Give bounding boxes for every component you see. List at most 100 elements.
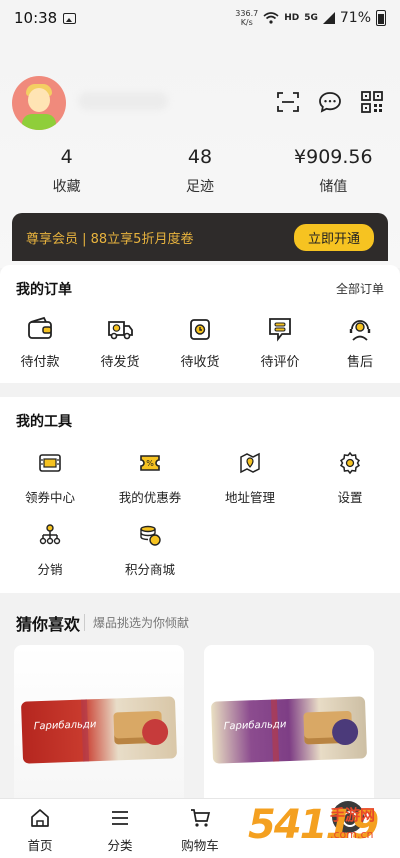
order-label: 待收货 xyxy=(180,355,220,370)
vip-banner[interactable]: 尊享会员 | 88立享5折月度卷 立即开通 xyxy=(12,213,388,261)
product-card[interactable]: Гарибальди xyxy=(14,645,184,805)
stat-label: 足迹 xyxy=(185,179,214,195)
tool-row: 领券中心 % 我的优惠券 地址管理 设置 xyxy=(0,451,400,523)
stats-row: 4 收藏 48 足迹 ¥909.56 储值 xyxy=(0,146,400,196)
cart-icon xyxy=(191,809,211,827)
tab-label: 首页 xyxy=(27,838,53,853)
tab-category[interactable]: 分类 xyxy=(80,799,160,858)
points-mall-icon xyxy=(140,525,161,546)
product-card[interactable]: Гарибальди xyxy=(204,645,374,805)
category-icon xyxy=(112,811,128,825)
order-label: 售后 xyxy=(346,355,373,370)
product-brand: Гарибальди xyxy=(223,719,287,733)
stat-footprints[interactable]: 48 足迹 xyxy=(133,146,266,196)
battery-icon xyxy=(376,10,386,26)
address-icon xyxy=(240,452,260,474)
tab-label: 购物车 xyxy=(181,838,219,853)
recommend-title: 猜你喜欢 xyxy=(16,615,81,634)
watermark-site-name: 手游网 xyxy=(330,806,376,824)
stat-value: ¥909.56 xyxy=(294,146,373,168)
tool-label: 地址管理 xyxy=(224,490,275,505)
wallet-icon xyxy=(28,316,52,339)
tool-row: 分销 积分商城 xyxy=(0,523,400,595)
orders-card: 我的订单 全部订单 待付款 待发货 待收货 待评价 售后 xyxy=(0,265,400,383)
tab-cart[interactable]: 购物车 xyxy=(160,799,240,858)
order-pending-review[interactable]: 待评价 xyxy=(240,315,320,370)
product-image: Гарибальди xyxy=(20,696,178,764)
stat-value: 4 xyxy=(60,146,73,168)
tool-label: 分销 xyxy=(37,562,63,577)
stat-value: 48 xyxy=(187,146,213,168)
tool-address[interactable]: 地址管理 xyxy=(200,451,300,523)
stat-favorites[interactable]: 4 收藏 xyxy=(0,146,133,196)
tools-title: 我的工具 xyxy=(16,414,72,430)
battery-percent: 71% xyxy=(339,10,371,26)
tool-coupon-center[interactable]: 领券中心 xyxy=(0,451,100,523)
orders-title: 我的订单 xyxy=(16,282,72,298)
delivery-truck-icon xyxy=(108,321,133,340)
distribution-icon xyxy=(39,524,61,545)
signal-label: 5G xyxy=(304,13,318,23)
vip-open-button[interactable]: 立即开通 xyxy=(293,223,374,251)
coupon-icon: % xyxy=(140,455,160,471)
settings-icon xyxy=(339,451,361,475)
gallery-notification-icon xyxy=(63,12,77,24)
product-image: Гарибальди xyxy=(210,696,368,764)
qrcode-icon[interactable] xyxy=(360,90,384,114)
stat-balance[interactable]: ¥909.56 储值 xyxy=(267,146,400,196)
fruit-image xyxy=(141,718,169,746)
hd-label: HD xyxy=(284,13,300,23)
header-actions xyxy=(276,90,384,114)
username-blurred xyxy=(78,92,168,110)
order-status-row: 待付款 待发货 待收货 待评价 售后 xyxy=(0,315,400,370)
order-label: 待付款 xyxy=(20,355,60,370)
wifi-icon xyxy=(263,12,279,24)
vip-text: 尊享会员 | 88立享5折月度卷 xyxy=(26,231,194,247)
tools-card: 我的工具 领券中心 % 我的优惠券 地址管理 设置 分销 积分商城 xyxy=(0,397,400,593)
signal-icon xyxy=(322,12,335,24)
order-pending-shipment[interactable]: 待发货 xyxy=(80,315,160,370)
net-speed-unit: K/s xyxy=(240,18,253,27)
tool-distribution[interactable]: 分销 xyxy=(0,523,100,595)
coupon-center-icon xyxy=(39,454,61,472)
net-speed: 336.7 K/s xyxy=(235,9,258,27)
order-after-sales[interactable]: 售后 xyxy=(320,315,400,370)
stat-label: 收藏 xyxy=(52,179,81,195)
message-icon[interactable] xyxy=(318,90,342,114)
tool-label: 积分商城 xyxy=(124,562,175,577)
home-icon xyxy=(31,809,49,827)
order-pending-payment[interactable]: 待付款 xyxy=(0,315,80,370)
tool-my-coupons[interactable]: % 我的优惠券 xyxy=(100,451,200,523)
tool-label: 设置 xyxy=(337,490,363,505)
recommend-section: 猜你喜欢 爆品挑选为你倾献 Гарибальди Гарибальди xyxy=(0,603,400,805)
receive-box-icon xyxy=(190,319,210,340)
fruit-image xyxy=(331,718,359,746)
site-watermark: 54119 手游网 .com.cn xyxy=(244,800,400,858)
scan-icon[interactable] xyxy=(276,90,300,114)
tool-points-mall[interactable]: 积分商城 xyxy=(100,523,200,595)
review-icon xyxy=(269,318,291,342)
tool-label: 领券中心 xyxy=(24,490,75,505)
product-brand: Гарибальди xyxy=(33,719,97,733)
tab-label: 分类 xyxy=(107,838,133,853)
svg-text:%: % xyxy=(146,459,154,468)
tool-grid: 领券中心 % 我的优惠券 地址管理 设置 分销 积分商城 xyxy=(0,451,400,595)
order-label: 待评价 xyxy=(260,355,300,370)
status-bar: 10:38 336.7 K/s HD 5G 71% xyxy=(0,0,400,36)
avatar-shirt xyxy=(22,114,56,130)
avatar[interactable] xyxy=(12,76,66,130)
watermark-url: .com.cn xyxy=(330,828,374,841)
net-speed-value: 336.7 xyxy=(235,9,259,18)
tool-label: 我的优惠券 xyxy=(118,490,182,505)
avatar-face xyxy=(28,88,50,112)
tool-settings[interactable]: 设置 xyxy=(300,451,400,523)
order-pending-receipt[interactable]: 待收货 xyxy=(160,315,240,370)
all-orders-link[interactable]: 全部订单 xyxy=(336,280,384,297)
status-time: 10:38 xyxy=(14,9,58,27)
tab-home[interactable]: 首页 xyxy=(0,799,80,858)
order-label: 待发货 xyxy=(100,355,140,370)
status-right: 336.7 K/s HD 5G 71% xyxy=(235,9,386,27)
stat-label: 储值 xyxy=(319,179,348,195)
recommend-subtitle: 爆品挑选为你倾献 xyxy=(84,614,189,631)
after-sales-icon xyxy=(349,320,371,341)
